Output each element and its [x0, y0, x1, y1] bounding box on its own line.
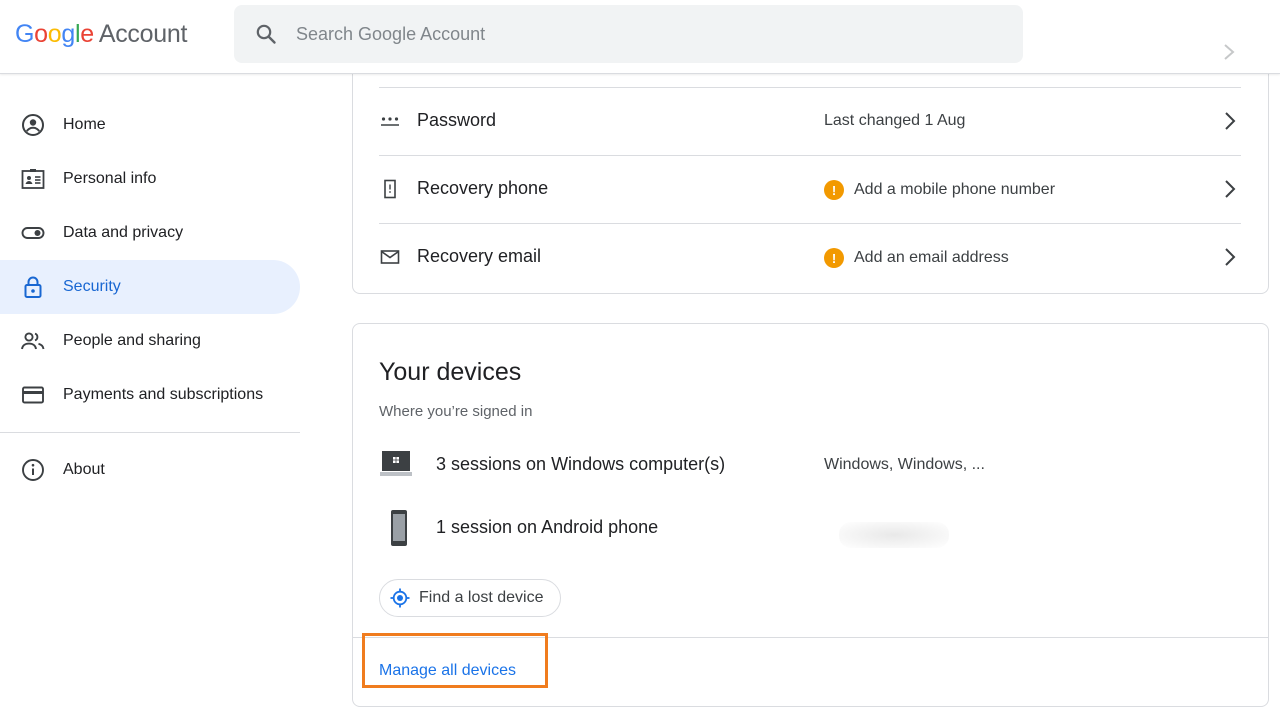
- toggle-icon: [20, 220, 46, 246]
- sidebar-item-personal-info[interactable]: Personal info: [0, 152, 300, 206]
- row-value: ! Add a mobile phone number: [824, 180, 1055, 200]
- sidebar-item-about[interactable]: About: [0, 443, 300, 497]
- search-icon: [256, 24, 276, 44]
- recovery-email-row[interactable]: Recovery email ! Add an email address: [379, 223, 1241, 291]
- search-bar[interactable]: [234, 5, 1023, 63]
- lock-icon: [20, 274, 46, 300]
- info-icon: [20, 457, 46, 483]
- sidebar-item-data-and-privacy[interactable]: Data and privacy: [0, 206, 300, 260]
- chevron-right-icon: [1225, 180, 1236, 198]
- sidebar-item-label: Home: [63, 116, 106, 133]
- devices-title: Your devices: [379, 358, 522, 386]
- row-value-text: Add an email address: [854, 249, 1009, 266]
- chevron-right-icon: [1225, 248, 1236, 266]
- logo-letter: o: [34, 20, 48, 48]
- row-label: Recovery phone: [417, 178, 549, 198]
- sidebar-item-label: Payments and subscriptions: [63, 386, 264, 403]
- sidebar-divider: [0, 432, 300, 433]
- id-card-icon: [20, 166, 46, 192]
- google-account-logo[interactable]: Google Account: [15, 20, 187, 49]
- password-dots-icon: [379, 110, 401, 132]
- card-divider: [353, 637, 1268, 638]
- signin-methods-card: Password Last changed 1 Aug Recovery pho…: [352, 60, 1269, 294]
- logo-letter: o: [47, 20, 62, 48]
- logo-suffix: Account: [98, 20, 188, 48]
- credit-card-icon: [20, 382, 46, 408]
- sidebar-item-label: Data and privacy: [63, 224, 184, 241]
- app-header: Google Account: [0, 0, 1280, 74]
- mail-icon: [379, 246, 401, 268]
- row-label: Password: [417, 110, 497, 130]
- blurred-device-value: [839, 522, 949, 548]
- logo-letter: e: [80, 20, 94, 48]
- row-label: Recovery email: [417, 246, 542, 266]
- logo-letter: g: [61, 20, 75, 48]
- chevron-right-icon: [1225, 112, 1236, 130]
- row-value-text: Last changed 1 Aug: [824, 112, 966, 129]
- sidebar-item-label: People and sharing: [63, 332, 201, 349]
- device-row-windows[interactable]: 3 sessions on Windows computer(s) Window…: [379, 444, 1239, 484]
- find-lost-device-button[interactable]: Find a lost device: [379, 579, 561, 617]
- row-value: ! Add an email address: [824, 248, 1009, 268]
- account-circle-icon: [20, 112, 46, 138]
- chevron-right-icon: [1224, 44, 1235, 60]
- device-value: Windows, Windows, ...: [824, 456, 985, 473]
- search-input[interactable]: [296, 19, 996, 49]
- sidebar-item-security[interactable]: Security: [0, 260, 300, 314]
- locate-icon: [390, 588, 410, 608]
- sidebar-item-people-and-sharing[interactable]: People and sharing: [0, 314, 300, 368]
- sidebar-item-label: About: [63, 461, 105, 478]
- logo-letter: G: [15, 20, 35, 48]
- people-icon: [20, 328, 46, 354]
- warning-icon: !: [824, 180, 844, 200]
- device-label: 1 session on Android phone: [436, 517, 659, 537]
- warning-icon: !: [824, 248, 844, 268]
- device-row-android[interactable]: 1 session on Android phone: [379, 507, 1239, 548]
- sidebar-item-home[interactable]: Home: [0, 98, 300, 152]
- device-label: 3 sessions on Windows computer(s): [436, 454, 726, 474]
- sidebar-item-label: Personal info: [63, 170, 157, 187]
- row-value: Last changed 1 Aug: [824, 112, 965, 130]
- sidebar-nav: Home Personal info Data and privacy Secu…: [0, 98, 300, 497]
- find-lost-device-label: Find a lost device: [419, 589, 544, 606]
- row-value-text: Add a mobile phone number: [854, 181, 1056, 198]
- your-devices-card: Your devices Where you’re signed in 3 se…: [352, 323, 1269, 707]
- devices-subtitle: Where you’re signed in: [379, 403, 533, 420]
- phone-icon: [379, 178, 401, 200]
- password-row[interactable]: Password Last changed 1 Aug: [379, 87, 1241, 155]
- recovery-phone-row[interactable]: Recovery phone ! Add a mobile phone numbe…: [379, 155, 1241, 223]
- sidebar-item-payments-and-subscriptions[interactable]: Payments and subscriptions: [0, 368, 300, 422]
- android-phone-icon: [391, 510, 407, 546]
- sidebar-item-label: Security: [63, 278, 121, 295]
- windows-laptop-icon: [380, 451, 412, 476]
- manage-all-devices-link[interactable]: Manage all devices: [379, 662, 516, 680]
